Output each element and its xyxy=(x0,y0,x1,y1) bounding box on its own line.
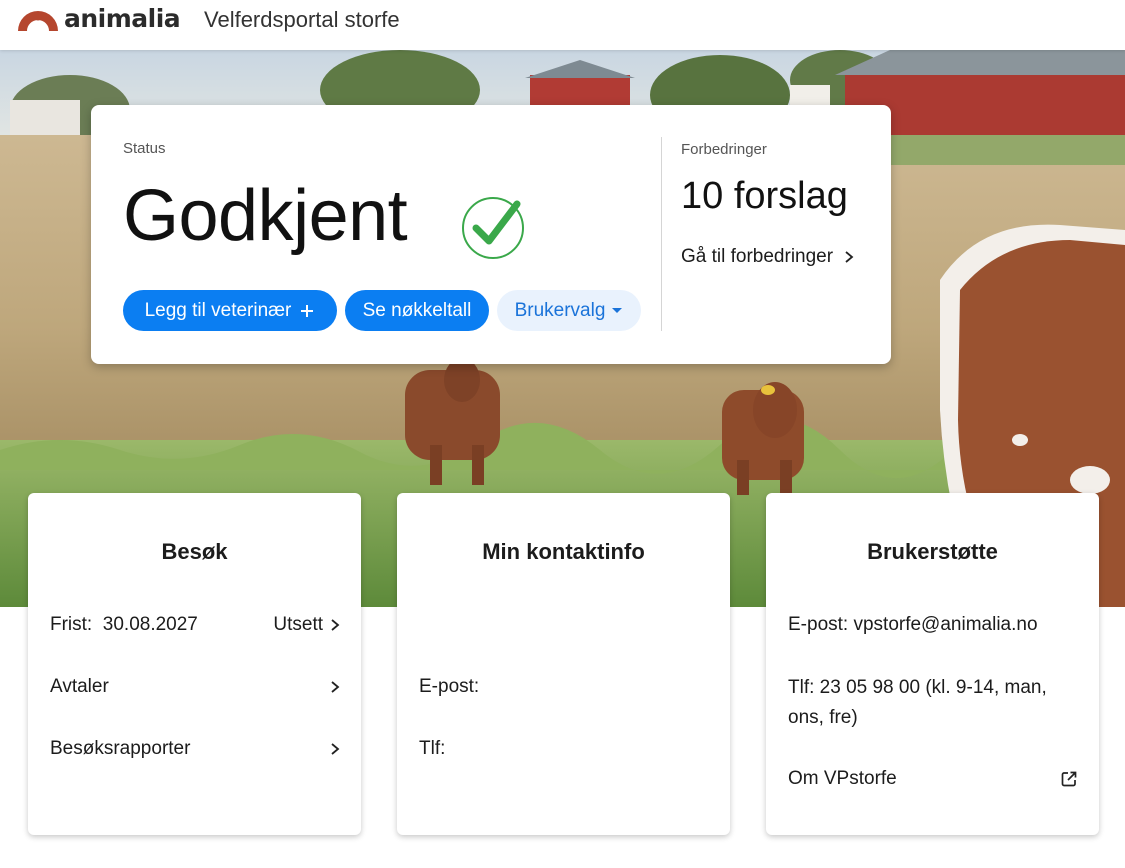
caret-down-icon xyxy=(612,307,623,313)
status-label: Status xyxy=(123,140,166,157)
key-figures-label: Se nøkkeltall xyxy=(362,299,472,321)
check-circle-icon xyxy=(462,197,524,259)
appointments-label: Avtaler xyxy=(50,676,109,697)
card-divider xyxy=(661,137,662,331)
status-value: Godkjent xyxy=(123,176,408,256)
external-link-icon xyxy=(1061,771,1077,787)
visits-card: Besøk Frist: 30.08.2027 Utsett Avtaler B… xyxy=(28,493,361,835)
visit-reports-label: Besøksrapporter xyxy=(50,738,191,759)
about-vpstorfe-link[interactable]: Om VPstorfe xyxy=(788,768,1079,790)
plus-icon xyxy=(301,304,314,317)
status-card: Status Godkjent Legg til veterinær Se nø… xyxy=(91,105,891,364)
visits-title: Besøk xyxy=(161,539,228,564)
user-options-label: Brukervalg xyxy=(514,299,606,321)
deadline-row: Frist: 30.08.2027 Utsett xyxy=(50,614,341,636)
go-to-improvements-link[interactable]: Gå til forbedringer xyxy=(681,246,855,268)
postpone-link[interactable]: Utsett xyxy=(273,614,341,636)
key-figures-button[interactable]: Se nøkkeltall xyxy=(345,290,489,331)
appointments-link[interactable]: Avtaler xyxy=(50,676,341,698)
animalia-logo[interactable]: animalia xyxy=(16,4,181,33)
add-veterinarian-label: Legg til veterinær xyxy=(144,299,292,321)
contact-email-row: E-post: xyxy=(419,676,710,698)
deadline-text: Frist: 30.08.2027 xyxy=(50,614,198,636)
chevron-right-icon xyxy=(331,743,340,755)
support-email: E-post: vpstorfe@animalia.no xyxy=(788,614,1079,636)
chevron-right-icon xyxy=(331,619,340,631)
top-bar: animalia Velferdsportal storfe xyxy=(0,0,1125,50)
improvements-count: 10 forslag xyxy=(681,175,848,217)
animalia-logo-mark-icon xyxy=(18,10,58,31)
chevron-right-icon xyxy=(331,681,340,693)
go-to-improvements-label: Gå til forbedringer xyxy=(681,246,834,267)
support-title: Brukerstøtte xyxy=(867,539,998,564)
support-phone: Tlf: 23 05 98 00 (kl. 9-14, man, ons, fr… xyxy=(788,677,1047,728)
improvements-label: Forbedringer xyxy=(681,141,767,158)
add-veterinarian-button[interactable]: Legg til veterinær xyxy=(123,290,337,331)
chevron-right-icon xyxy=(845,251,854,263)
support-card: Brukerstøtte E-post: vpstorfe@animalia.n… xyxy=(766,493,1099,835)
contact-phone-label: Tlf: xyxy=(419,738,446,759)
about-vpstorfe-label: Om VPstorfe xyxy=(788,768,897,789)
contact-info-title: Min kontaktinfo xyxy=(482,539,645,564)
support-email-text: E-post: vpstorfe@animalia.no xyxy=(788,614,1038,635)
deadline-label: Frist: xyxy=(50,614,93,635)
visit-reports-link[interactable]: Besøksrapporter xyxy=(50,738,341,760)
contact-phone-row: Tlf: xyxy=(419,738,710,760)
user-options-dropdown[interactable]: Brukervalg xyxy=(497,290,641,331)
contact-info-card: Min kontaktinfo E-post: Tlf: xyxy=(397,493,730,835)
app-title: Velferdsportal storfe xyxy=(204,7,400,32)
deadline-date: 30.08.2027 xyxy=(102,614,198,635)
contact-email-label: E-post: xyxy=(419,676,480,697)
brand-name: animalia xyxy=(64,4,181,33)
postpone-label: Utsett xyxy=(273,614,323,635)
